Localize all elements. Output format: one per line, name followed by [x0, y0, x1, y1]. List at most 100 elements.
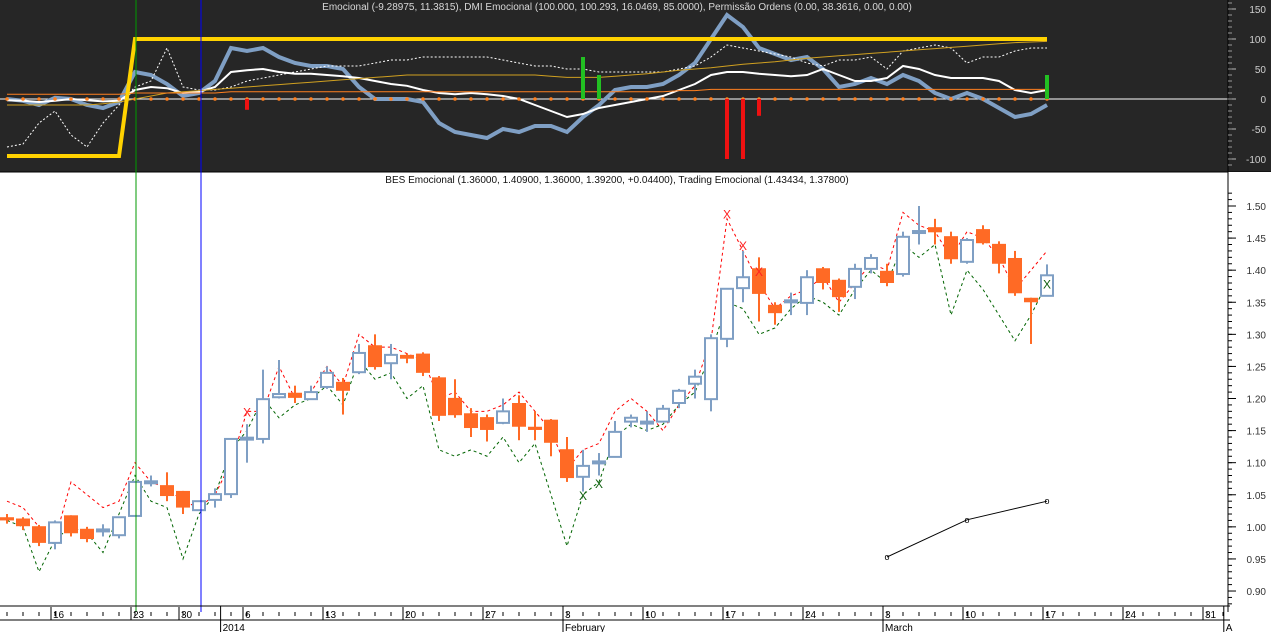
candle-down: [944, 231, 958, 264]
zero-dot: [917, 97, 921, 101]
buy-permission-bar: [581, 57, 585, 99]
date-label: 10: [965, 610, 977, 621]
candle-up: [192, 500, 206, 512]
zero-dot: [789, 97, 793, 101]
date-label: 6: [245, 610, 251, 621]
price-y-label: 1.15: [1247, 427, 1267, 438]
candle-body: [96, 528, 110, 533]
candle-body: [640, 420, 654, 425]
candle-body: [464, 413, 478, 429]
candle-up: [896, 231, 910, 277]
zero-dot: [165, 97, 169, 101]
price-y-label: 1.50: [1247, 202, 1267, 213]
trendline-point: o: [964, 515, 969, 525]
candle-body: [608, 430, 622, 458]
zero-dot: [293, 97, 297, 101]
candle-up: [224, 437, 238, 498]
price-y-label: 1.35: [1247, 298, 1267, 309]
zero-dot: [309, 97, 313, 101]
candle-body: [912, 230, 926, 235]
candle-body: [944, 236, 958, 260]
sell-permission-bar: [245, 99, 249, 110]
candle-body: [176, 490, 190, 508]
candle-body: [528, 426, 542, 430]
zero-dot: [485, 97, 489, 101]
date-label: 17: [725, 610, 737, 621]
price-y-label: 0.95: [1247, 555, 1267, 566]
indicator-y-label: 50: [1255, 65, 1267, 76]
zero-dot: [453, 97, 457, 101]
date-label: 3: [885, 610, 891, 621]
indicator-panel-title: Emocional (-9.28975, 11.3815), DMI Emoci…: [322, 2, 912, 13]
zero-dot: [117, 97, 121, 101]
candle-body: [992, 243, 1006, 264]
candle-body: [64, 515, 78, 534]
candle-body: [128, 480, 142, 517]
zero-dot: [437, 97, 441, 101]
candle-up: [704, 334, 718, 412]
period-label: February: [565, 623, 605, 632]
sell-permission-bar: [725, 99, 729, 159]
candle-body: [896, 235, 910, 276]
indicator-y-label: 100: [1249, 35, 1266, 46]
candle-body: [320, 371, 334, 388]
candle-body: [0, 517, 14, 521]
price-y-label: 0.90: [1247, 587, 1267, 598]
candle-body: [336, 381, 350, 391]
candle-body: [624, 416, 638, 423]
candle-body: [368, 345, 382, 368]
candle-body: [688, 375, 702, 385]
candle-body: [544, 419, 558, 443]
candle-body: [864, 256, 878, 270]
sell-permission-bar: [757, 99, 761, 116]
period-label: March: [885, 623, 913, 632]
sell-signal-marker: X: [739, 239, 747, 253]
date-label: 24: [805, 610, 817, 621]
zero-dot: [997, 97, 1001, 101]
candle-body: [432, 377, 446, 416]
zero-dot: [645, 97, 649, 101]
zero-dot: [629, 97, 633, 101]
period-label: 2014: [223, 623, 246, 632]
zero-dot: [677, 97, 681, 101]
zero-dot: [325, 97, 329, 101]
candle-body: [592, 460, 606, 465]
candle-body: [768, 304, 782, 314]
zero-dot: [197, 97, 201, 101]
buy-permission-bar: [1045, 75, 1049, 99]
zero-dot: [693, 97, 697, 101]
candle-body: [848, 267, 862, 288]
candle-body: [736, 276, 750, 290]
date-label: 10: [645, 610, 657, 621]
price-y-label: 1.20: [1247, 395, 1267, 406]
zero-dot: [213, 97, 217, 101]
zero-dot: [901, 97, 905, 101]
price-y-label: 1.10: [1247, 459, 1267, 470]
candle-body: [496, 410, 510, 424]
candle-body: [416, 353, 430, 373]
candle-body: [192, 500, 206, 512]
zero-dot: [821, 97, 825, 101]
date-label: 17: [1045, 610, 1057, 621]
price-y-label: 1.00: [1247, 523, 1267, 534]
candle-body: [960, 239, 974, 263]
zero-dot: [517, 97, 521, 101]
price-panel-bg: [0, 172, 1271, 606]
candle-body: [16, 518, 30, 527]
zero-dot: [1029, 97, 1033, 101]
price-y-label: 1.25: [1247, 362, 1267, 373]
zero-dot: [37, 97, 41, 101]
candle-body: [256, 398, 270, 440]
buy-signal-marker: X: [595, 477, 603, 491]
zero-dot: [53, 97, 57, 101]
candle-down: [416, 352, 430, 377]
trendline-point: o: [1044, 496, 1049, 506]
zero-dot: [341, 97, 345, 101]
zero-dot: [709, 97, 713, 101]
zero-dot: [149, 97, 153, 101]
date-label: 24: [1125, 610, 1137, 621]
candle-body: [304, 391, 318, 401]
sell-signal-marker: X: [723, 207, 731, 221]
zero-dot: [565, 97, 569, 101]
candle-up: [112, 516, 126, 539]
